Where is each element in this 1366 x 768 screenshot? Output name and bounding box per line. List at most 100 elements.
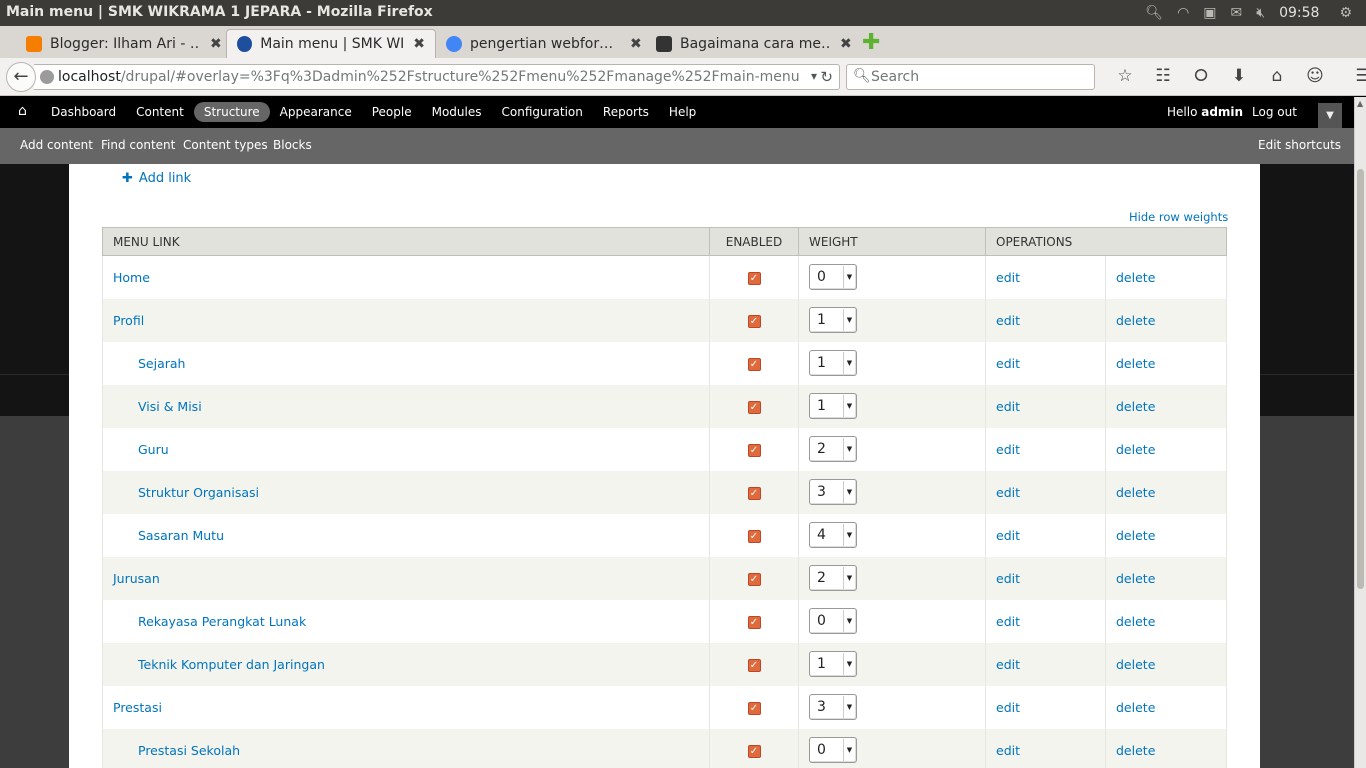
wifi-icon[interactable]: ◠ bbox=[1177, 5, 1189, 21]
delete-link[interactable]: delete bbox=[1116, 442, 1155, 457]
menu-link[interactable]: Sejarah bbox=[138, 356, 185, 371]
weight-select[interactable]: 0 ▼ bbox=[809, 608, 857, 634]
shortcut-content-types[interactable]: Content types bbox=[183, 138, 268, 152]
delete-link[interactable]: delete bbox=[1116, 657, 1155, 672]
edit-link[interactable]: edit bbox=[996, 313, 1020, 328]
search-input[interactable] bbox=[871, 69, 1086, 85]
star-icon[interactable]: ☆ bbox=[1106, 66, 1144, 86]
edit-link[interactable]: edit bbox=[996, 485, 1020, 500]
weight-select[interactable]: 2 ▼ bbox=[809, 565, 857, 591]
weight-select[interactable]: 3 ▼ bbox=[809, 694, 857, 720]
delete-link[interactable]: delete bbox=[1116, 399, 1155, 414]
edit-link[interactable]: edit bbox=[996, 571, 1020, 586]
edit-link[interactable]: edit bbox=[996, 442, 1020, 457]
edit-link[interactable]: edit bbox=[996, 700, 1020, 715]
pocket-icon[interactable]: ⭘ bbox=[1182, 66, 1220, 86]
gear-icon[interactable]: ⚙ bbox=[1339, 5, 1352, 21]
menu-link[interactable]: Prestasi Sekolah bbox=[138, 743, 240, 758]
shortcuts-toggle-button[interactable]: ▼ bbox=[1318, 103, 1342, 128]
site-info-icon[interactable] bbox=[40, 70, 54, 84]
enabled-checkbox[interactable]: ✓ bbox=[747, 744, 761, 758]
home-icon[interactable]: ⌂ bbox=[18, 103, 27, 119]
close-icon[interactable]: ✖ bbox=[840, 36, 852, 52]
delete-link[interactable]: delete bbox=[1116, 614, 1155, 629]
close-icon[interactable]: ✖ bbox=[210, 36, 222, 52]
delete-link[interactable]: delete bbox=[1116, 270, 1155, 285]
menu-link[interactable]: Jurusan bbox=[113, 571, 160, 586]
menu-link[interactable]: Struktur Organisasi bbox=[138, 485, 259, 500]
enabled-checkbox[interactable]: ✓ bbox=[747, 400, 761, 414]
edit-link[interactable]: edit bbox=[996, 743, 1020, 758]
column-weight[interactable]: WEIGHT bbox=[798, 227, 986, 256]
edit-link[interactable]: edit bbox=[996, 356, 1020, 371]
menu-modules[interactable]: Modules bbox=[422, 102, 492, 122]
menu-configuration[interactable]: Configuration bbox=[492, 102, 593, 122]
menu-people[interactable]: People bbox=[362, 102, 422, 122]
edit-link[interactable]: edit bbox=[996, 528, 1020, 543]
edit-link[interactable]: edit bbox=[996, 270, 1020, 285]
edit-link[interactable]: edit bbox=[996, 614, 1020, 629]
delete-link[interactable]: delete bbox=[1116, 528, 1155, 543]
enabled-checkbox[interactable]: ✓ bbox=[747, 486, 761, 500]
close-icon[interactable]: ✖ bbox=[413, 36, 425, 52]
weight-select[interactable]: 1 ▼ bbox=[809, 350, 857, 376]
weight-select[interactable]: 1 ▼ bbox=[809, 393, 857, 419]
menu-link[interactable]: Home bbox=[113, 270, 150, 285]
menu-link[interactable]: Teknik Komputer dan Jaringan bbox=[138, 657, 325, 672]
delete-link[interactable]: delete bbox=[1116, 571, 1155, 586]
menu-link[interactable]: Guru bbox=[138, 442, 169, 457]
close-icon[interactable]: ✖ bbox=[630, 36, 642, 52]
delete-link[interactable]: delete bbox=[1116, 356, 1155, 371]
enabled-checkbox[interactable]: ✓ bbox=[747, 572, 761, 586]
tab-main-menu[interactable]: Main menu | SMK WI… ✖ bbox=[226, 29, 436, 58]
url-bar[interactable]: localhost/drupal/#overlay=%3Fq%3Dadmin%2… bbox=[34, 64, 840, 90]
clock[interactable]: 09:58 bbox=[1279, 5, 1319, 21]
delete-link[interactable]: delete bbox=[1116, 313, 1155, 328]
reading-list-icon[interactable]: ☷ bbox=[1144, 66, 1182, 86]
home-icon[interactable]: ⌂ bbox=[1258, 66, 1296, 86]
weight-select[interactable]: 1 ▼ bbox=[809, 651, 857, 677]
keyboard-icon[interactable]: ▣ bbox=[1203, 5, 1216, 21]
shortcut-blocks[interactable]: Blocks bbox=[273, 138, 312, 152]
column-enabled[interactable]: ENABLED bbox=[709, 227, 799, 256]
new-tab-plus-icon[interactable]: ✚ bbox=[862, 30, 880, 55]
enabled-checkbox[interactable]: ✓ bbox=[747, 314, 761, 328]
menu-appearance[interactable]: Appearance bbox=[270, 102, 362, 122]
weight-select[interactable]: 0 ▼ bbox=[809, 264, 857, 291]
scroll-up-icon[interactable]: ▲ bbox=[1357, 99, 1363, 108]
download-icon[interactable]: ⬇ bbox=[1220, 66, 1258, 86]
chevron-down-icon[interactable]: ▾ bbox=[811, 69, 817, 83]
tab-bagaimana[interactable]: Bagaimana cara me… ✖ bbox=[646, 29, 862, 58]
logout-link[interactable]: Log out bbox=[1252, 105, 1297, 119]
delete-link[interactable]: delete bbox=[1116, 485, 1155, 500]
delete-link[interactable]: delete bbox=[1116, 700, 1155, 715]
edit-shortcuts-link[interactable]: Edit shortcuts bbox=[1258, 138, 1341, 152]
menu-reports[interactable]: Reports bbox=[593, 102, 659, 122]
enabled-checkbox[interactable]: ✓ bbox=[747, 615, 761, 629]
edit-link[interactable]: edit bbox=[996, 657, 1020, 672]
search-box[interactable]: 🔍︎ bbox=[846, 64, 1095, 90]
hide-row-weights-link[interactable]: Hide row weights bbox=[1129, 210, 1228, 224]
weight-select[interactable]: 3 ▼ bbox=[809, 479, 857, 505]
reload-icon[interactable]: ↻ bbox=[820, 68, 833, 86]
tab-blogger[interactable]: Blogger: Ilham Ari - … ✖ bbox=[16, 29, 232, 58]
menu-structure[interactable]: Structure bbox=[193, 102, 270, 122]
menu-icon[interactable]: ☰ bbox=[1344, 66, 1366, 86]
menu-help[interactable]: Help bbox=[659, 102, 706, 122]
weight-select[interactable]: 2 ▼ bbox=[809, 436, 857, 462]
weight-select[interactable]: 1 ▼ bbox=[809, 307, 857, 333]
mail-icon[interactable]: ✉ bbox=[1231, 5, 1243, 21]
menu-link[interactable]: Rekayasa Perangkat Lunak bbox=[138, 614, 306, 629]
shortcut-find-content[interactable]: Find content bbox=[101, 138, 175, 152]
username-link[interactable]: admin bbox=[1201, 105, 1243, 119]
search-icon[interactable]: 🔍︎ bbox=[1145, 5, 1163, 21]
chat-icon[interactable]: ☺ bbox=[1296, 66, 1334, 86]
weight-select[interactable]: 4 ▼ bbox=[809, 522, 857, 548]
column-menu-link[interactable]: MENU LINK bbox=[102, 227, 710, 256]
vertical-scrollbar[interactable]: ▲ bbox=[1354, 97, 1366, 768]
tab-pengertian[interactable]: pengertian webfor… ✖ bbox=[436, 29, 652, 58]
menu-link[interactable]: Profil bbox=[113, 313, 144, 328]
weight-select[interactable]: 0 ▼ bbox=[809, 737, 857, 763]
delete-link[interactable]: delete bbox=[1116, 743, 1155, 758]
enabled-checkbox[interactable]: ✓ bbox=[747, 529, 761, 543]
